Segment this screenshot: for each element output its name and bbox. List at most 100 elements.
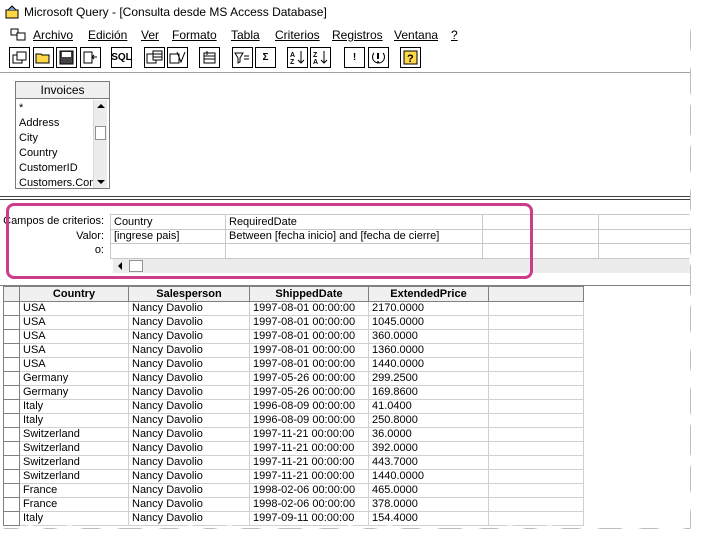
field-item[interactable]: Address [19, 116, 95, 131]
table-cell[interactable]: Nancy Davolio [128, 357, 250, 372]
table-cell[interactable]: Nancy Davolio [128, 413, 250, 428]
row-selector[interactable] [3, 399, 20, 414]
table-cell-empty[interactable] [488, 357, 584, 372]
new-query-button[interactable] [9, 47, 30, 68]
column-header[interactable]: ExtendedPrice [368, 286, 489, 302]
field-item[interactable]: Country [19, 146, 95, 161]
table-cell[interactable]: 1997-11-21 00:00:00 [249, 455, 369, 470]
table-cell[interactable]: 1997-11-21 00:00:00 [249, 441, 369, 456]
table-cell-empty[interactable] [488, 427, 584, 442]
auto-query-button[interactable] [368, 47, 389, 68]
table-row[interactable]: Italy Nancy Davolio 1996-08-09 00:00:00 41.… [3, 399, 584, 414]
criteria-field-cell-empty[interactable] [599, 215, 690, 229]
table-row[interactable]: USA Nancy Davolio 1997-08-01 00:00:00 2170.… [3, 301, 584, 316]
table-row[interactable]: USA Nancy Davolio 1997-08-01 00:00:00 360.0… [3, 329, 584, 344]
table-cell[interactable]: Nancy Davolio [128, 399, 250, 414]
table-cell[interactable]: Switzerland [19, 427, 129, 442]
column-header[interactable]: Salesperson [128, 286, 250, 302]
table-row[interactable]: Italy Nancy Davolio 1996-08-09 00:00:00 250… [3, 413, 584, 428]
menu-registros[interactable]: Registros [332, 28, 383, 42]
table-cell[interactable]: 1045.0000 [368, 315, 489, 330]
table-cell[interactable]: 250.8000 [368, 413, 489, 428]
table-cell[interactable]: Switzerland [19, 469, 129, 484]
table-cell[interactable]: 360.0000 [368, 329, 489, 344]
row-selector[interactable] [3, 455, 20, 470]
table-row[interactable]: USA Nancy Davolio 1997-08-01 00:00:00 1440.… [3, 357, 584, 372]
table-cell[interactable]: 1996-08-09 00:00:00 [249, 413, 369, 428]
table-row[interactable]: USA Nancy Davolio 1997-08-01 00:00:00 1360.… [3, 343, 584, 358]
table-cell[interactable]: 1997-08-01 00:00:00 [249, 315, 369, 330]
field-item[interactable]: City [19, 131, 95, 146]
table-cell-empty[interactable] [488, 301, 584, 316]
table-cell[interactable]: Germany [19, 385, 129, 400]
pane-splitter[interactable] [0, 196, 690, 200]
table-row[interactable]: Switzerland Nancy Davolio 1997-11-21 00:00… [3, 455, 584, 470]
table-cell[interactable]: Nancy Davolio [128, 497, 250, 512]
table-cell[interactable]: 1997-08-01 00:00:00 [249, 357, 369, 372]
table-cell[interactable]: Nancy Davolio [128, 301, 250, 316]
table-cell[interactable]: Switzerland [19, 441, 129, 456]
table-cell[interactable]: Italy [19, 413, 129, 428]
table-cell-empty[interactable] [488, 399, 584, 414]
table-cell[interactable]: 1997-11-21 00:00:00 [249, 427, 369, 442]
menu-archivo[interactable]: Archivo [33, 28, 73, 42]
table-cell[interactable]: 1997-08-01 00:00:00 [249, 343, 369, 358]
table-cell-empty[interactable] [488, 455, 584, 470]
sort-ascending-button[interactable]: AZ [287, 47, 308, 68]
table-cell[interactable]: 41.0400 [368, 399, 489, 414]
table-row[interactable]: Switzerland Nancy Davolio 1997-11-21 00:00… [3, 441, 584, 456]
table-cell-empty[interactable] [488, 483, 584, 498]
show-criteria-button[interactable] [167, 47, 188, 68]
menu-tabla[interactable]: Tabla [231, 28, 260, 42]
table-cell[interactable]: 2170.0000 [368, 301, 489, 316]
table-cell[interactable]: USA [19, 357, 129, 372]
table-cell-empty[interactable] [488, 371, 584, 386]
table-cell[interactable]: USA [19, 329, 129, 344]
row-selector[interactable] [3, 357, 20, 372]
sort-descending-button[interactable]: ZA [310, 47, 331, 68]
show-tables-button[interactable] [144, 47, 165, 68]
table-cell-empty[interactable] [488, 497, 584, 512]
table-cell[interactable]: Nancy Davolio [128, 315, 250, 330]
table-cell[interactable]: Nancy Davolio [128, 371, 250, 386]
criteria-value-cell-empty[interactable] [599, 229, 690, 243]
table-row[interactable]: Switzerland Nancy Davolio 1997-11-21 00:00… [3, 469, 584, 484]
row-selector-header[interactable] [3, 286, 20, 302]
open-button[interactable] [33, 47, 54, 68]
row-selector[interactable] [3, 371, 20, 386]
table-cell[interactable]: USA [19, 343, 129, 358]
table-cell[interactable]: 443.7000 [368, 455, 489, 470]
row-selector[interactable] [3, 469, 20, 484]
menu-help[interactable]: ? [451, 28, 458, 42]
row-selector[interactable] [3, 441, 20, 456]
invoices-table-box[interactable]: Invoices * Address City Country Customer… [15, 81, 110, 189]
save-button[interactable] [56, 47, 77, 68]
table-cell[interactable]: 1360.0000 [368, 343, 489, 358]
table-row[interactable]: USA Nancy Davolio 1997-08-01 00:00:00 1045.… [3, 315, 584, 330]
table-cell[interactable]: France [19, 483, 129, 498]
table-cell[interactable]: 169.8600 [368, 385, 489, 400]
table-cell[interactable]: 1998-02-06 00:00:00 [249, 483, 369, 498]
table-cell-empty[interactable] [488, 315, 584, 330]
table-cell[interactable]: 1997-11-21 00:00:00 [249, 469, 369, 484]
table-cell[interactable]: 1997-08-01 00:00:00 [249, 329, 369, 344]
scroll-down-arrow-icon[interactable] [97, 180, 105, 184]
field-item[interactable]: Customers.Com [19, 176, 95, 191]
criteria-equals-button[interactable] [232, 47, 253, 68]
row-selector[interactable] [3, 413, 20, 428]
field-item[interactable]: CustomerID [19, 161, 95, 176]
table-cell-empty[interactable] [488, 385, 584, 400]
sql-button[interactable]: SQL [111, 47, 132, 68]
table-cell-empty[interactable] [488, 469, 584, 484]
table-cell[interactable]: 1440.0000 [368, 357, 489, 372]
table-cell[interactable]: 1998-02-06 00:00:00 [249, 497, 369, 512]
table-cell[interactable]: Nancy Davolio [128, 483, 250, 498]
table-row[interactable]: Germany Nancy Davolio 1997-05-26 00:00:00 2… [3, 371, 584, 386]
row-selector[interactable] [3, 343, 20, 358]
table-cell[interactable]: 36.0000 [368, 427, 489, 442]
table-cell[interactable]: Nancy Davolio [128, 329, 250, 344]
table-row[interactable]: France Nancy Davolio 1998-02-06 00:00:00 37… [3, 497, 584, 512]
table-cell[interactable]: 1997-05-26 00:00:00 [249, 371, 369, 386]
table-cell[interactable]: 1440.0000 [368, 469, 489, 484]
table-cell[interactable]: Nancy Davolio [128, 441, 250, 456]
